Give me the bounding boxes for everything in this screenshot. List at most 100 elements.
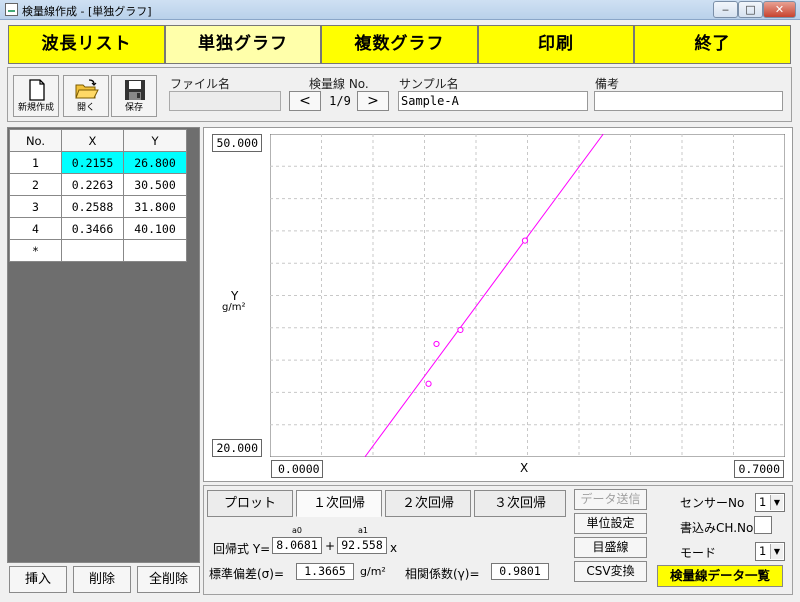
- open-folder-icon: [75, 79, 99, 99]
- grid-cell-no: 4: [9, 217, 62, 240]
- x-suffix: x: [390, 541, 398, 555]
- grid-cell-y[interactable]: 26.800: [123, 151, 187, 174]
- grid-cell-y[interactable]: 31.800: [123, 195, 187, 218]
- delete-row-button[interactable]: 削除: [73, 566, 131, 593]
- close-button[interactable]: ✕: [763, 1, 796, 18]
- tab-cubic-regression[interactable]: ３次回帰: [474, 490, 566, 517]
- mode-select[interactable]: 1 ▼: [755, 542, 785, 561]
- table-row-new[interactable]: *: [9, 239, 187, 262]
- a0-label: a0: [292, 526, 302, 535]
- grid-cell-no: 1: [9, 151, 62, 174]
- stddev-unit: g/m²: [360, 565, 386, 578]
- csv-convert-button[interactable]: CSV変換: [574, 561, 647, 582]
- unit-settings-button[interactable]: 単位設定: [574, 513, 647, 534]
- grid-cell-no: *: [9, 239, 62, 262]
- tab-single-graph[interactable]: 単独グラフ: [165, 25, 321, 64]
- correlation-label: 相関係数(γ)=: [405, 567, 480, 581]
- a1-label: a1: [358, 526, 368, 535]
- grid-header-no: No.: [9, 129, 62, 152]
- insert-row-button[interactable]: 挿入: [9, 566, 67, 593]
- sensor-no-label: センサーNo: [680, 496, 745, 510]
- data-point: [457, 326, 464, 334]
- sample-name-input[interactable]: Sample-A: [398, 91, 588, 111]
- notes-input[interactable]: [594, 91, 783, 111]
- sample-name-label: サンプル名: [399, 77, 459, 91]
- correlation-value: 0.9801: [491, 563, 549, 580]
- tab-wavelength-list[interactable]: 波長リスト: [8, 25, 165, 64]
- curve-page-indicator: 1/9: [329, 94, 351, 108]
- grid-cell-x[interactable]: 0.2155: [61, 151, 124, 174]
- table-row[interactable]: 3 0.2588 31.800: [9, 195, 187, 218]
- next-curve-button[interactable]: >: [357, 91, 389, 111]
- table-row[interactable]: 2 0.2263 30.500: [9, 173, 187, 196]
- tab-quadratic-regression[interactable]: ２次回帰: [385, 490, 471, 517]
- grid-cell-y[interactable]: 30.500: [123, 173, 187, 196]
- data-point: [521, 237, 529, 244]
- save-button[interactable]: 保存: [111, 75, 157, 117]
- y-min-label[interactable]: 20.000: [212, 439, 262, 457]
- curve-data-list-button[interactable]: 検量線データ一覧: [657, 565, 783, 587]
- grid-cell-x[interactable]: [61, 239, 124, 262]
- window-title: 検量線作成 - [単独グラフ]: [22, 5, 152, 18]
- prev-curve-button[interactable]: <: [289, 91, 321, 111]
- delete-all-button[interactable]: 全削除: [137, 566, 200, 593]
- file-name-label: ファイル名: [170, 77, 231, 91]
- curve-no-label: 検量線 No.: [309, 77, 369, 91]
- table-row[interactable]: 4 0.3466 40.100: [9, 217, 187, 240]
- open-button[interactable]: 開く: [63, 75, 109, 117]
- sensor-no-value: 1: [759, 495, 767, 509]
- tab-exit[interactable]: 終了: [634, 25, 791, 64]
- grid-cell-no: 3: [9, 195, 62, 218]
- save-button-label: 保存: [124, 103, 143, 113]
- new-button[interactable]: 新規作成: [13, 75, 59, 117]
- a1-value: 92.558: [337, 537, 387, 554]
- stddev-label: 標準偏差(σ)=: [209, 567, 285, 581]
- file-name-field[interactable]: [169, 91, 281, 111]
- tab-linear-regression[interactable]: １次回帰: [296, 490, 382, 517]
- chevron-down-icon: ▼: [770, 544, 783, 559]
- table-row[interactable]: 1 0.2155 26.800: [9, 151, 187, 174]
- grid-cell-y[interactable]: [123, 239, 187, 262]
- plus-sign: +: [325, 539, 336, 553]
- scale-lines-button[interactable]: 目盛線: [574, 537, 647, 558]
- grid-cell-no: 2: [9, 173, 62, 196]
- mode-label: モード: [680, 546, 717, 560]
- a0-value: 8.0681: [272, 537, 322, 554]
- data-grid: No. X Y 1 0.2155 26.800 2 0.2263 30.500 …: [9, 129, 187, 262]
- y-axis-label: Y: [231, 289, 239, 303]
- open-button-label: 開く: [76, 103, 95, 113]
- floppy-disk-icon: [125, 80, 145, 100]
- grid-header-x: X: [61, 129, 124, 152]
- x-max-label[interactable]: 0.7000: [734, 460, 784, 478]
- grid-cell-x[interactable]: 0.2263: [61, 173, 124, 196]
- x-min-label[interactable]: 0.0000: [271, 460, 323, 478]
- write-ch-label: 書込みCH.No: [680, 521, 754, 535]
- stddev-value: 1.3665: [296, 563, 354, 580]
- y-max-label[interactable]: 50.000: [212, 134, 262, 152]
- data-point: [433, 340, 440, 348]
- new-button-label: 新規作成: [17, 103, 54, 113]
- data-send-button[interactable]: データ送信: [574, 489, 647, 510]
- tab-plot[interactable]: プロット: [207, 490, 293, 517]
- y-axis-unit: g/m²: [222, 302, 246, 313]
- write-ch-input[interactable]: [754, 516, 772, 534]
- plot-area: [270, 134, 785, 457]
- x-axis-label: X: [520, 461, 529, 475]
- mode-value: 1: [759, 544, 767, 558]
- title-bar: 検量線作成 - [単独グラフ] ‒ □ ✕: [0, 0, 800, 20]
- grid-header-y: Y: [123, 129, 187, 152]
- new-file-icon: [29, 79, 45, 101]
- minimize-button[interactable]: ‒: [713, 1, 738, 18]
- chevron-down-icon: ▼: [770, 495, 783, 510]
- tab-print[interactable]: 印刷: [478, 25, 634, 64]
- tab-multi-graph[interactable]: 複数グラフ: [321, 25, 478, 64]
- grid-cell-x[interactable]: 0.2588: [61, 195, 124, 218]
- data-point: [425, 380, 432, 387]
- notes-label: 備考: [595, 77, 620, 91]
- maximize-button[interactable]: □: [738, 1, 763, 18]
- formula-label: 回帰式 Y=: [213, 542, 271, 556]
- sensor-no-select[interactable]: 1 ▼: [755, 493, 785, 512]
- app-icon: [5, 3, 18, 16]
- grid-cell-x[interactable]: 0.3466: [61, 217, 124, 240]
- grid-cell-y[interactable]: 40.100: [123, 217, 187, 240]
